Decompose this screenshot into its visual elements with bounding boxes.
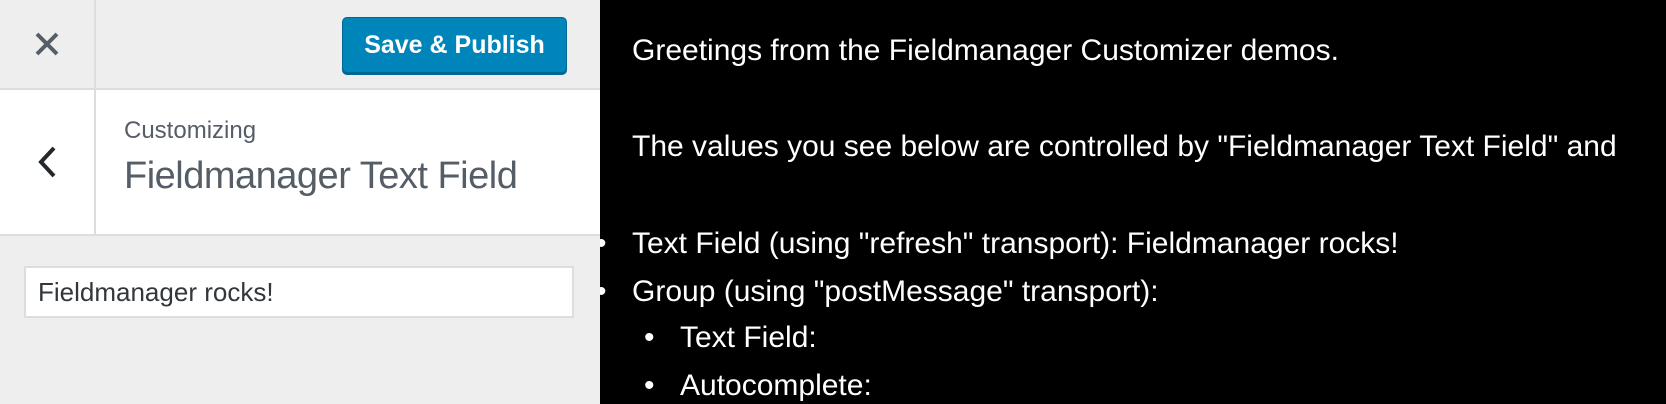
section-title: Fieldmanager Text Field — [124, 155, 518, 197]
preview-frame: Greetings from the Fieldmanager Customiz… — [600, 0, 1666, 404]
close-customizer-button[interactable] — [0, 0, 96, 88]
section-title-block: Customizing Fieldmanager Text Field — [124, 116, 518, 202]
chevron-left-icon — [38, 146, 56, 178]
customizer-sidebar: Save & Publish Customizing Fieldmanager … — [0, 0, 600, 404]
list-item: Text Field: — [644, 318, 872, 366]
values-list: Text Field (using "refresh" transport): … — [600, 224, 1399, 320]
greeting-text: Greetings from the Fieldmanager Customiz… — [632, 34, 1339, 67]
close-icon — [35, 32, 59, 56]
section-header: Customizing Fieldmanager Text Field — [0, 90, 600, 236]
group-values-list: Text Field: Autocomplete: — [644, 318, 872, 404]
list-item: Autocomplete: — [644, 366, 872, 404]
list-item: Text Field (using "refresh" transport): … — [600, 224, 1399, 272]
list-item: Group (using "postMessage" transport): — [600, 272, 1399, 320]
breadcrumb: Customizing — [124, 117, 257, 144]
text-field-input[interactable] — [24, 266, 574, 318]
back-button[interactable] — [0, 90, 96, 234]
save-publish-button[interactable]: Save & Publish — [342, 17, 567, 73]
description-text: The values you see below are controlled … — [632, 130, 1617, 163]
customizer-header: Save & Publish — [0, 0, 600, 90]
